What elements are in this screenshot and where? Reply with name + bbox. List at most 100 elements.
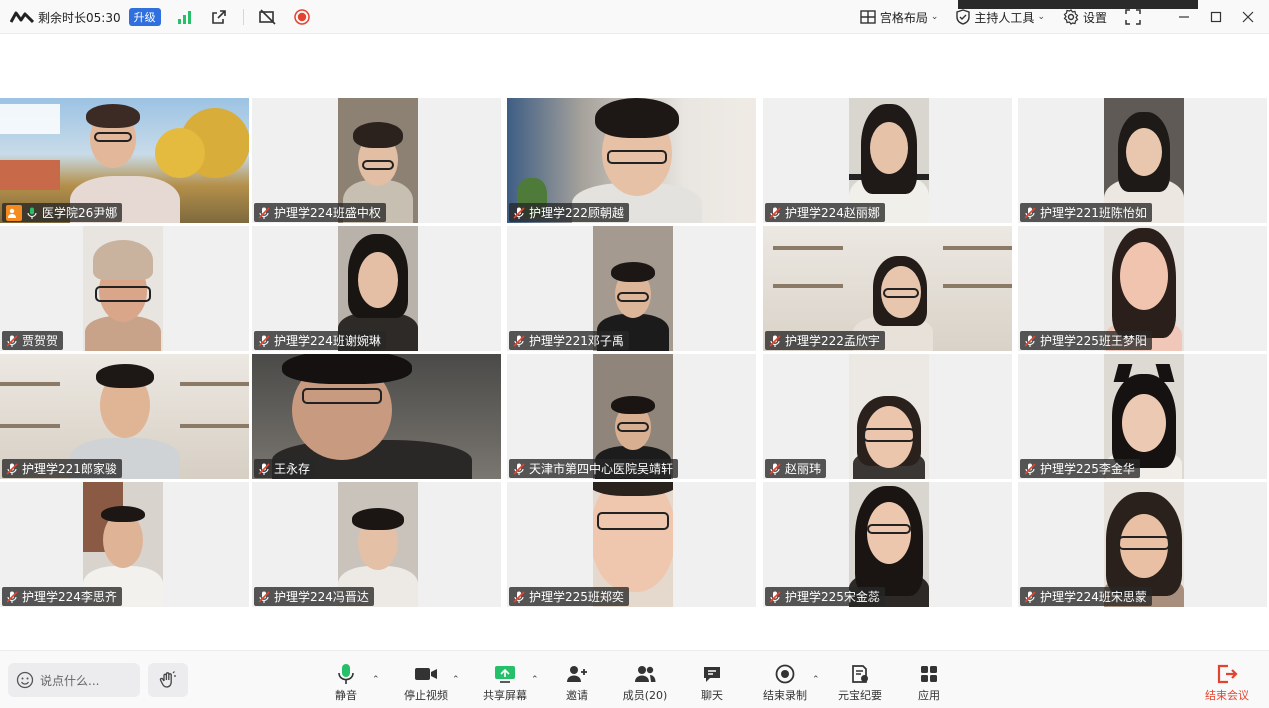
video-tile[interactable]: 医学院26尹娜: [0, 98, 249, 223]
mic-muted-icon: [513, 334, 525, 347]
end-recording-button[interactable]: 结束录制: [753, 663, 817, 703]
chat-icon: [704, 667, 720, 682]
mic-muted-icon: [1024, 462, 1036, 475]
video-tile[interactable]: 护理学222顾朝越: [507, 98, 756, 223]
chevron-up-icon[interactable]: ⌃: [452, 675, 460, 685]
participant-name-tag: 护理学225李金华: [1020, 459, 1140, 478]
participant-name-tag: 护理学225班郑奕: [509, 587, 629, 606]
mic-muted-icon: [513, 462, 525, 475]
yuanbao-summary-button[interactable]: 元宝纪要: [828, 663, 892, 703]
video-tile[interactable]: 护理学224班宋思蒙: [1018, 482, 1267, 607]
end-recording-label: 结束录制: [763, 689, 807, 702]
participant-name-tag: 护理学224赵丽娜: [765, 203, 885, 222]
close-button[interactable]: [1237, 6, 1259, 28]
mic-muted-icon: [258, 334, 270, 347]
video-tile[interactable]: 护理学221邓子禹: [507, 226, 756, 351]
mic-muted-icon: [769, 206, 781, 219]
video-grid: 医学院26尹娜 护理学224班盛中权 护理学222顾朝越 护理学224赵丽娜 护…: [0, 98, 1269, 608]
video-tile[interactable]: 护理学224赵丽娜: [763, 98, 1012, 223]
video-tile[interactable]: 护理学221郎家骏: [0, 354, 249, 479]
share-link-icon[interactable]: [209, 7, 229, 27]
video-tile[interactable]: 护理学225班王梦阳: [1018, 226, 1267, 351]
chat-input[interactable]: 说点什么...: [8, 663, 140, 697]
participant-name-tag: 护理学224班谢婉琳: [254, 331, 386, 350]
raise-hand-icon: [159, 671, 176, 688]
share-screen-button[interactable]: 共享屏幕: [473, 663, 537, 703]
video-tile[interactable]: 护理学225班郑奕: [507, 482, 756, 607]
chat-placeholder: 说点什么...: [40, 673, 100, 688]
participant-name: 护理学225班郑奕: [529, 590, 624, 604]
participant-name-tag: 护理学222顾朝越: [509, 203, 629, 222]
stop-video-label: 停止视频: [404, 689, 448, 702]
invite-button[interactable]: 邀请: [545, 663, 609, 703]
upgrade-button[interactable]: 升级: [128, 8, 161, 26]
screenshot-off-icon[interactable]: [258, 7, 278, 27]
chevron-up-icon[interactable]: ⌃: [372, 675, 380, 685]
video-tile[interactable]: 赵丽玮: [763, 354, 1012, 479]
apps-button[interactable]: 应用: [897, 663, 961, 703]
end-meeting-button[interactable]: 结束会议: [1195, 663, 1259, 703]
video-tile[interactable]: 护理学224班盛中权: [252, 98, 501, 223]
stop-video-button[interactable]: 停止视频: [394, 663, 458, 703]
chevron-up-icon[interactable]: ⌃: [812, 675, 820, 685]
participant-name: 护理学224冯晋达: [274, 590, 369, 604]
video-tile[interactable]: 护理学222孟欣宇: [763, 226, 1012, 351]
participant-name: 王永存: [274, 462, 311, 476]
maximize-button[interactable]: [1205, 6, 1227, 28]
host-tools-menu[interactable]: 主持人工具 ⌄: [956, 9, 1045, 26]
mute-label: 静音: [335, 689, 357, 702]
participant-name-tag: 医学院26尹娜: [2, 203, 123, 222]
minimize-button[interactable]: [1173, 6, 1195, 28]
participant-name: 护理学221郎家骏: [22, 462, 117, 476]
mic-muted-icon: [258, 206, 270, 219]
gear-icon: [1063, 9, 1079, 25]
chevron-down-icon: ⌄: [930, 12, 939, 22]
apps-label: 应用: [918, 689, 940, 702]
participant-name-tag: 赵丽玮: [765, 459, 827, 478]
participant-name: 护理学224班谢婉琳: [274, 334, 381, 348]
video-tile[interactable]: 天津市第四中心医院吴靖轩: [507, 354, 756, 479]
video-tile[interactable]: 护理学224李思齐: [0, 482, 249, 607]
participant-name-tag: 护理学221邓子禹: [509, 331, 629, 350]
mic-muted-icon: [513, 206, 525, 219]
chevron-up-icon[interactable]: ⌃: [531, 675, 539, 685]
participant-name: 护理学221班陈怡如: [1040, 206, 1147, 220]
video-tile[interactable]: 护理学221班陈怡如: [1018, 98, 1267, 223]
members-label: 成员(20): [622, 689, 668, 702]
layout-menu[interactable]: 宫格布局 ⌄: [860, 9, 939, 26]
participant-name: 护理学224李思齐: [22, 590, 117, 604]
mic-muted-icon: [769, 590, 781, 603]
settings-button[interactable]: 设置: [1063, 9, 1107, 26]
video-tile[interactable]: 王永存: [252, 354, 501, 479]
top-bar: 剩余时长05:30 升级 宫格布局 ⌄ 主持人工具 ⌄ 设置: [0, 0, 1269, 34]
fullscreen-button[interactable]: [1125, 9, 1145, 25]
participant-name-tag: 护理学224李思齐: [2, 587, 122, 606]
signal-icon[interactable]: [175, 7, 195, 27]
apps-icon: [921, 666, 937, 682]
mic-muted-icon: [1024, 206, 1036, 219]
participant-name: 护理学224赵丽娜: [785, 206, 880, 220]
chat-button[interactable]: 聊天: [680, 663, 744, 703]
mic-muted-icon: [258, 590, 270, 603]
participant-name: 护理学225李金华: [1040, 462, 1135, 476]
mic-muted-icon: [769, 334, 781, 347]
shield-icon: [956, 9, 971, 25]
ai-notes-icon: [852, 665, 868, 683]
participant-name-tag: 贾贺贺: [2, 331, 64, 350]
separator: [242, 9, 244, 25]
record-stop-icon: [775, 664, 795, 684]
video-tile[interactable]: 护理学225宋金蕊: [763, 482, 1012, 607]
tencent-meeting-logo-icon: [10, 11, 34, 23]
video-tile[interactable]: 护理学224班谢婉琳: [252, 226, 501, 351]
members-button[interactable]: 成员(20): [613, 663, 677, 703]
recording-icon[interactable]: [292, 7, 312, 27]
end-meeting-label: 结束会议: [1205, 689, 1249, 702]
emoji-icon[interactable]: [16, 671, 34, 689]
mic-muted-icon: [6, 590, 18, 603]
video-tile[interactable]: 护理学225李金华: [1018, 354, 1267, 479]
host-user-icon: [6, 204, 22, 221]
video-tile[interactable]: 护理学224冯晋达: [252, 482, 501, 607]
raise-hand-button[interactable]: [148, 663, 188, 697]
mute-button[interactable]: 静音: [314, 663, 378, 703]
video-tile[interactable]: 贾贺贺: [0, 226, 249, 351]
